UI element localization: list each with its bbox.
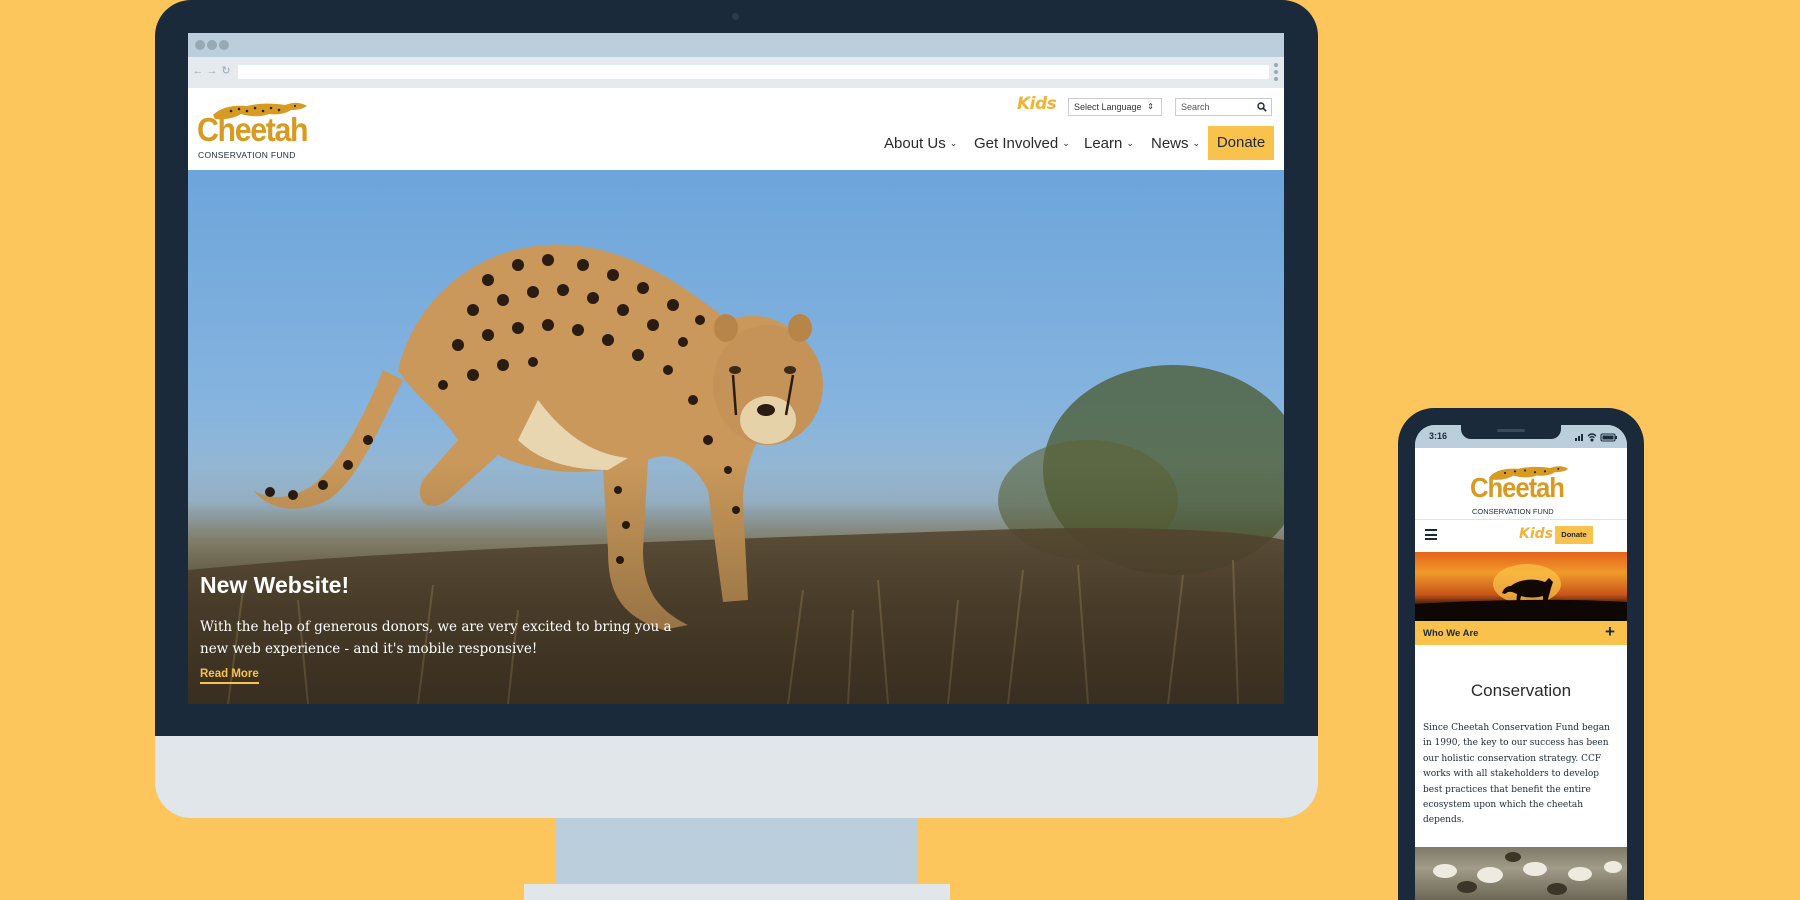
nav-learn[interactable]: Learn ⌄ (1084, 135, 1134, 152)
site-header: Cheetah CONSERVATION FUND Kids Select La… (188, 88, 1284, 170)
chevron-down-icon: ⌄ (1126, 138, 1134, 148)
desktop-monitor: ← → ↻ Cheetah CONSERVATION FUND Kids Sel… (155, 0, 1318, 900)
nav-about-us-label: About Us (884, 135, 946, 152)
logo-subtitle: CONSERVATION FUND (198, 150, 296, 160)
monitor-stand-neck (556, 818, 917, 884)
mobile-phone: 3:16 Cheetah CONSERVATION FUND Kids Dona… (1398, 408, 1644, 900)
logo-wordmark: Cheetah (197, 111, 309, 148)
mobile-logo-subtitle: CONSERVATION FUND (1472, 507, 1554, 516)
hero-text: With the help of generous donors, we are… (200, 619, 672, 657)
accordion-label: Who We Are (1423, 628, 1479, 639)
battery-icon (1600, 433, 1617, 442)
browser-toolbar: ← → ↻ (188, 57, 1284, 88)
browser-menu-icon[interactable] (1273, 63, 1279, 83)
mobile-logo-wordmark: Cheetah (1470, 472, 1565, 503)
nav-about-us[interactable]: About Us ⌄ (884, 135, 957, 152)
chevron-down-icon: ⌄ (1192, 138, 1201, 148)
reload-icon[interactable]: ↻ (220, 64, 232, 78)
language-select-value: Select Language (1074, 102, 1142, 112)
site-logo[interactable]: Cheetah CONSERVATION FUND (197, 99, 312, 163)
status-bar: 3:16 (1415, 425, 1627, 448)
plus-icon[interactable]: + (1605, 622, 1615, 642)
window-close-dot[interactable] (195, 40, 205, 50)
donate-button[interactable]: Donate (1208, 126, 1274, 160)
who-we-are-accordion[interactable]: Who We Are + (1415, 621, 1627, 645)
search-placeholder: Search (1181, 102, 1210, 112)
section-heading: Conservation (1470, 681, 1572, 700)
nav-news[interactable]: News ⌄ (1151, 135, 1200, 152)
hamburger-icon[interactable] (1425, 529, 1437, 540)
chevron-down-icon: ⌄ (949, 138, 958, 148)
phone-screen: 3:16 Cheetah CONSERVATION FUND Kids Dona… (1415, 425, 1627, 900)
address-bar[interactable] (238, 65, 1269, 79)
sunset-cheetah-silhouette (1415, 564, 1627, 621)
monitor-stand-foot (524, 884, 950, 900)
window-minimize-dot[interactable] (207, 40, 217, 50)
monitor-bezel: ← → ↻ Cheetah CONSERVATION FUND Kids Sel… (155, 0, 1318, 736)
status-icons (1575, 433, 1617, 442)
forward-arrow-icon[interactable]: → (206, 64, 218, 78)
read-more-link[interactable]: Read More (200, 668, 259, 684)
mobile-donate-button[interactable]: Donate (1555, 526, 1593, 544)
mobile-hero-image (1415, 552, 1627, 621)
nav-get-involved-label: Get Involved (974, 135, 1059, 152)
nav-learn-label: Learn (1084, 135, 1123, 152)
browser-title-bar (188, 33, 1284, 57)
nav-get-involved[interactable]: Get Involved ⌄ (974, 135, 1070, 152)
select-arrows-icon: ⇕ (1147, 102, 1154, 111)
chevron-down-icon: ⌄ (1062, 138, 1070, 148)
nav-news-label: News (1151, 135, 1189, 152)
mobile-goats-image (1415, 847, 1627, 900)
monitor-screen: ← → ↻ Cheetah CONSERVATION FUND Kids Sel… (188, 33, 1284, 704)
section-body: Since Cheetah Conservation Fund began in… (1423, 723, 1610, 826)
search-icon[interactable] (1257, 102, 1267, 112)
herd-image (1433, 852, 1622, 895)
window-maximize-dot[interactable] (219, 40, 229, 50)
signal-icon (1575, 434, 1583, 441)
search-input[interactable]: Search (1175, 98, 1272, 116)
phone-notch (1461, 425, 1561, 439)
back-arrow-icon[interactable]: ← (192, 64, 204, 78)
hero-title: New Website! (200, 572, 350, 598)
speaker-grille (1497, 429, 1525, 432)
language-select[interactable]: Select Language ⇕ (1068, 98, 1162, 116)
header-divider (1415, 519, 1627, 520)
camera-dot (732, 13, 739, 20)
kids-link[interactable]: Kids (1017, 94, 1057, 114)
hero-banner: New Website! With the help of generous d… (188, 170, 1284, 704)
mobile-kids-link[interactable]: Kids (1519, 526, 1553, 542)
status-time: 3:16 (1429, 431, 1448, 441)
monitor-chin (155, 736, 1318, 818)
mobile-site-logo[interactable]: Cheetah CONSERVATION FUND (1470, 463, 1580, 518)
wifi-icon (1587, 433, 1597, 442)
